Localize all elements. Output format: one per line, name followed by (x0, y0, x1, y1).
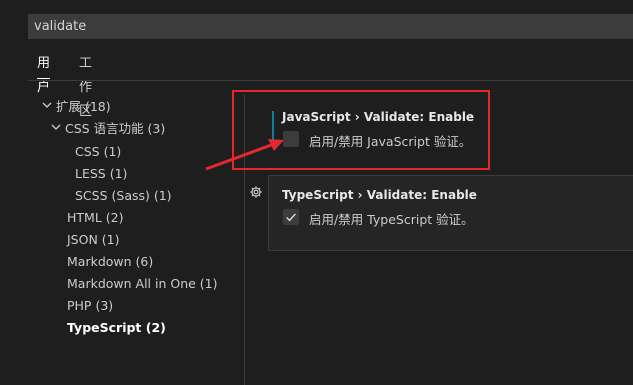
toc-item-php[interactable]: PHP (3) (67, 297, 113, 315)
typescript-validate-checkbox[interactable] (283, 209, 299, 225)
tab-user[interactable]: 用户 (37, 52, 51, 100)
search-input-value: validate (34, 19, 87, 34)
setting-category: TypeScript › Validate: (282, 188, 432, 202)
annotation-arrow-icon (205, 139, 284, 171)
toc-item-scss[interactable]: SCSS (Sass) (1) (75, 187, 172, 205)
toc-item-markdown-all-in-one[interactable]: Markdown All in One (1) (67, 275, 218, 293)
search-input[interactable]: validate (28, 14, 633, 39)
tabs-divider (28, 80, 633, 81)
toc-item-label: 扩展 (18) (56, 99, 111, 114)
toc-item-label: CSS 语言功能 (3) (65, 121, 166, 136)
toc-item-less[interactable]: LESS (1) (75, 165, 127, 183)
toc-item-markdown[interactable]: Markdown (6) (67, 253, 153, 271)
toc-item-typescript[interactable]: TypeScript (2) (67, 319, 166, 337)
chevron-down-icon (42, 102, 52, 108)
toc-item-css[interactable]: CSS (1) (75, 143, 121, 161)
chevron-down-icon (51, 124, 61, 130)
setting-title: TypeScript › Validate: Enable (282, 188, 477, 202)
checkmark-icon (286, 213, 296, 222)
toc-item-css-language[interactable]: CSS 语言功能 (3) (51, 120, 165, 138)
gear-icon[interactable] (249, 185, 263, 199)
setting-name: Enable (431, 188, 477, 202)
toc-item-json[interactable]: JSON (1) (67, 231, 120, 249)
toc-item-extensions[interactable]: 扩展 (18) (42, 98, 111, 116)
setting-typescript-validate-enable: TypeScript › Validate: Enable (282, 188, 477, 202)
setting-description: 启用/禁用 TypeScript 验证。 (309, 212, 474, 227)
toc-item-html[interactable]: HTML (2) (67, 209, 123, 227)
